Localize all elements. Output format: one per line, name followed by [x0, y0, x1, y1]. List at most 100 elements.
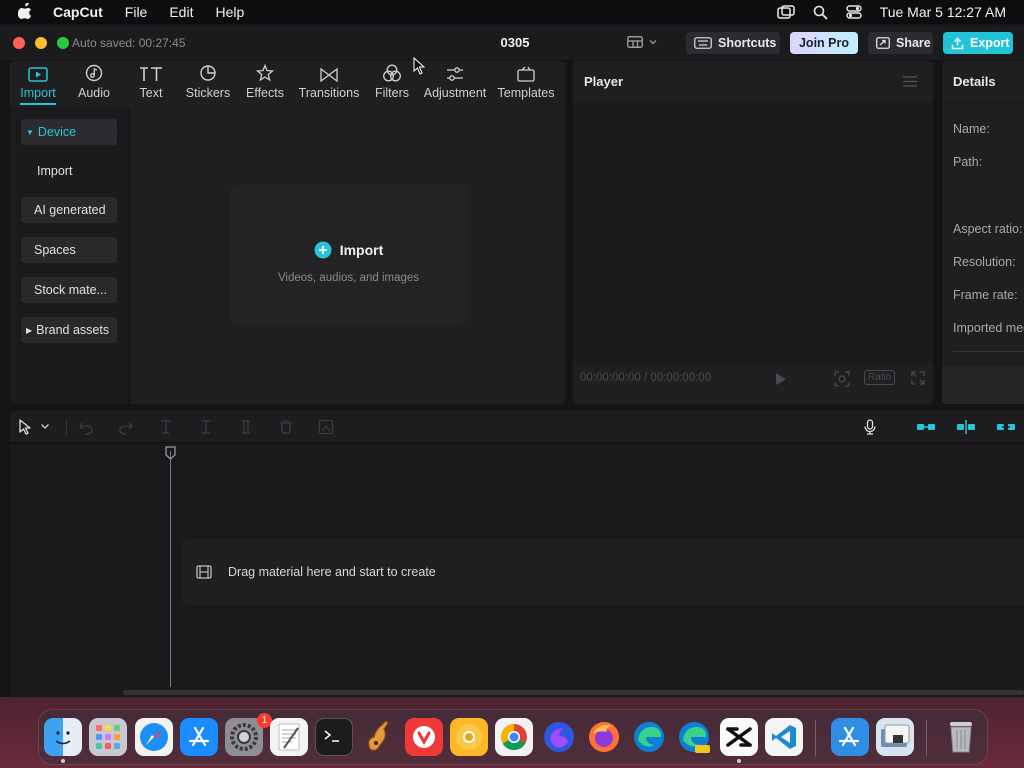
chrome-icon[interactable]	[495, 718, 533, 756]
ratio-button[interactable]: Ratio	[864, 370, 896, 385]
sidebar-item-spaces[interactable]: Spaces	[21, 237, 117, 263]
menu-app-name[interactable]: CapCut	[53, 4, 103, 20]
sidebar-item-brand-assets[interactable]: ▶ Brand assets	[21, 317, 117, 343]
adjustment-sliders-icon	[446, 66, 464, 82]
app-store-icon[interactable]	[180, 718, 218, 756]
project-name[interactable]: 0305	[480, 35, 550, 50]
launchpad-icon[interactable]	[89, 718, 127, 756]
import-button[interactable]: Import	[230, 241, 467, 259]
detail-name-label: Name:	[953, 122, 990, 136]
sidebar-item-stock-material[interactable]: Stock mate...	[21, 277, 117, 303]
linkage-icon[interactable]	[996, 419, 1016, 435]
details-footer	[942, 366, 1024, 404]
safari-icon[interactable]	[135, 718, 173, 756]
firefox-developer-icon[interactable]	[540, 718, 578, 756]
main-track-magnet-icon[interactable]	[916, 419, 936, 435]
menu-help[interactable]: Help	[215, 4, 244, 20]
chromium-yellow-icon[interactable]	[450, 718, 488, 756]
minimize-window-button[interactable]	[35, 37, 47, 49]
maximize-window-button[interactable]	[57, 37, 69, 49]
edge-canary-icon[interactable]	[675, 718, 713, 756]
textedit-icon[interactable]	[270, 718, 308, 756]
tab-adjustment-label: Adjustment	[423, 86, 487, 100]
apple-logo-icon[interactable]	[18, 3, 34, 21]
player-title: Player	[584, 74, 624, 89]
trash-icon[interactable]	[942, 718, 980, 756]
edge-icon[interactable]	[630, 718, 668, 756]
detail-frame-rate-label: Frame rate:	[953, 288, 1018, 302]
focus-frame-icon[interactable]	[834, 371, 850, 387]
vivaldi-icon[interactable]	[405, 718, 443, 756]
split-left-icon[interactable]	[198, 419, 214, 435]
share-label: Share	[896, 36, 931, 50]
split-icon[interactable]	[158, 419, 174, 435]
shortcuts-button[interactable]: Shortcuts	[686, 32, 780, 54]
details-header: Details	[942, 61, 1024, 103]
tab-adjustment[interactable]: Adjustment	[422, 61, 488, 103]
control-center-icon[interactable]	[845, 5, 862, 19]
tab-import[interactable]: Import	[14, 61, 62, 103]
tab-transitions[interactable]: Transitions	[296, 61, 362, 103]
timeline-drop-hint: Drag material here and start to create	[228, 565, 436, 579]
firefox-icon[interactable]	[585, 718, 623, 756]
apps-folder-icon[interactable]	[831, 718, 869, 756]
export-button[interactable]: Export	[943, 32, 1013, 54]
mouse-cursor-icon	[413, 57, 425, 75]
crop-frame-icon[interactable]	[318, 419, 334, 435]
player-header: Player	[573, 61, 933, 103]
terminal-icon[interactable]	[315, 718, 353, 756]
tab-text[interactable]: Text	[127, 61, 175, 103]
tab-effects-label: Effects	[246, 86, 284, 100]
export-label: Export	[970, 36, 1010, 50]
auto-snapping-icon[interactable]	[956, 419, 976, 435]
tab-audio[interactable]: Audio	[70, 61, 118, 103]
select-cursor-icon[interactable]	[18, 419, 34, 435]
spotlight-search-icon[interactable]	[813, 5, 828, 20]
sidebar-item-import[interactable]: Import	[21, 158, 117, 184]
tab-effects[interactable]: Effects	[240, 61, 290, 103]
vscode-icon[interactable]	[765, 718, 803, 756]
timeline-drop-zone[interactable]: Drag material here and start to create	[182, 539, 1024, 605]
player-preview[interactable]	[573, 104, 933, 364]
join-pro-button[interactable]: Join Pro	[790, 32, 858, 54]
finder-icon[interactable]	[44, 718, 82, 756]
player-panel: Player 00:00:00:00 / 00:00:00:00 Ratio	[573, 61, 933, 404]
tab-stickers[interactable]: Stickers	[182, 61, 234, 103]
menu-edit[interactable]: Edit	[169, 4, 193, 20]
tab-templates-label: Templates	[497, 86, 555, 100]
layout-menu[interactable]	[627, 36, 657, 48]
menu-clock[interactable]: Tue Mar 5 12:27 AM	[880, 4, 1006, 20]
fullscreen-icon[interactable]	[911, 371, 925, 385]
garageband-icon[interactable]	[360, 718, 398, 756]
screen-mirroring-icon[interactable]	[776, 5, 795, 19]
microphone-icon[interactable]	[862, 419, 878, 435]
app-window: Auto saved: 00:27:45 0305 Shortcuts Join…	[0, 25, 1024, 697]
autosave-status: Auto saved: 00:27:45	[72, 36, 186, 50]
player-menu-icon[interactable]	[903, 76, 917, 87]
split-right-icon[interactable]	[238, 419, 254, 435]
timeline-horizontal-scrollbar[interactable]	[123, 690, 1024, 695]
tab-filters[interactable]: Filters	[368, 61, 416, 103]
share-button[interactable]: Share	[868, 32, 933, 54]
toolbar-divider	[66, 419, 67, 435]
sidebar-item-ai-generated-label: AI generated	[34, 203, 106, 217]
redo-icon[interactable]	[118, 419, 134, 435]
import-media-icon	[28, 67, 48, 82]
tab-templates[interactable]: Templates	[494, 61, 558, 103]
detail-resolution-label: Resolution:	[953, 255, 1016, 269]
downloads-stack-icon[interactable]	[876, 718, 914, 756]
play-icon[interactable]	[776, 373, 786, 385]
delete-icon[interactable]	[278, 419, 294, 435]
sidebar-item-device[interactable]: ▼ Device	[21, 119, 117, 145]
chevron-down-icon[interactable]	[40, 423, 56, 439]
menu-file[interactable]: File	[125, 4, 148, 20]
undo-icon[interactable]	[78, 419, 94, 435]
import-drop-zone[interactable]: Import Videos, audios, and images	[230, 185, 467, 325]
layout-icon	[627, 36, 643, 48]
playhead[interactable]	[170, 451, 171, 687]
capcut-icon[interactable]	[720, 718, 758, 756]
sidebar-item-ai-generated[interactable]: AI generated	[21, 197, 117, 223]
tab-filters-label: Filters	[374, 86, 410, 100]
close-window-button[interactable]	[13, 37, 25, 49]
share-icon	[876, 37, 890, 49]
